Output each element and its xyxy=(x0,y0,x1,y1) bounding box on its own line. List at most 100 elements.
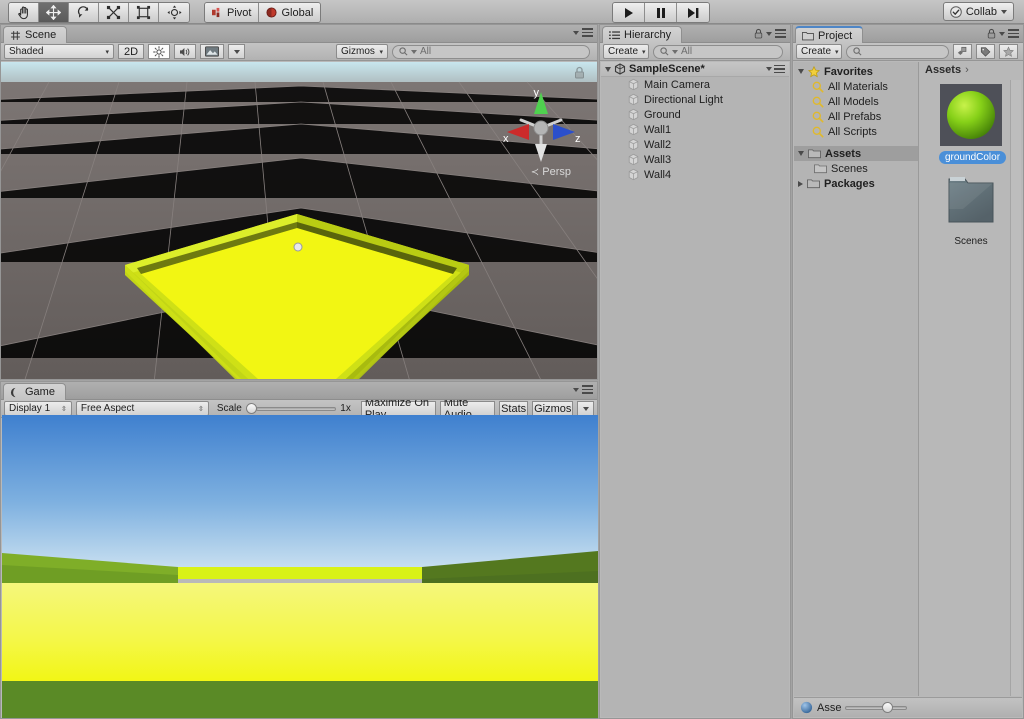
menu-icon xyxy=(582,385,593,394)
project-status-label: Asse xyxy=(817,701,842,714)
pause-button[interactable] xyxy=(645,3,677,22)
favorite-all-materials[interactable]: All Materials xyxy=(794,79,918,94)
scale-tool-button[interactable] xyxy=(99,3,129,22)
icon-size-slider[interactable] xyxy=(845,702,908,714)
lock-icon[interactable] xyxy=(987,28,996,39)
maximize-on-play-button[interactable]: Maximize On Play xyxy=(360,397,436,421)
pivot-toggle-button[interactable]: Pivot xyxy=(205,3,260,22)
game-gizmos-button[interactable]: Gizmos xyxy=(532,401,573,416)
tab-project[interactable]: Project xyxy=(795,26,864,43)
chevron-down-icon[interactable] xyxy=(798,151,804,156)
folder-icon xyxy=(808,149,821,159)
toggle-2d-button[interactable]: 2D xyxy=(118,44,144,59)
global-toggle-button[interactable]: Global xyxy=(259,3,321,22)
hierarchy-item-main-camera[interactable]: Main Camera xyxy=(601,77,789,92)
chevron-down-icon xyxy=(1001,9,1007,14)
scene-tab-menu[interactable] xyxy=(573,28,593,37)
toggle-lighting-button[interactable] xyxy=(148,44,170,59)
step-button[interactable] xyxy=(677,3,709,22)
aspect-dropdown[interactable]: Free Aspect ⇳ xyxy=(75,401,209,416)
hierarchy-tree[interactable]: SampleScene* Main Camera Directional Lig… xyxy=(601,62,789,717)
favorite-all-models[interactable]: All Models xyxy=(794,94,918,109)
display-dropdown[interactable]: Display 1 ⇳ xyxy=(4,401,72,416)
scene-orientation-gizmo[interactable]: y x z xyxy=(499,84,583,168)
hierarchy-item-wall3[interactable]: Wall3 xyxy=(601,152,789,167)
collab-button[interactable]: Collab xyxy=(942,2,1014,21)
aspect-label: Free Aspect xyxy=(80,403,135,414)
chevron-down-icon[interactable] xyxy=(605,66,611,72)
toggle-effects-button[interactable] xyxy=(200,44,224,59)
stats-button[interactable]: Stats xyxy=(498,401,529,416)
hierarchy-create-button[interactable]: Create ▾ xyxy=(603,44,649,59)
draw-mode-dropdown[interactable]: Shaded ▾ xyxy=(4,44,114,59)
search-icon xyxy=(812,111,824,123)
play-button[interactable] xyxy=(613,3,645,22)
hierarchy-item-wall4[interactable]: Wall4 xyxy=(601,167,789,182)
transform-tool-button[interactable] xyxy=(159,3,189,22)
favorites-filter-button[interactable] xyxy=(999,44,1018,59)
icon-size-knob[interactable] xyxy=(882,702,894,713)
hierarchy-toolbar: Create ▾ All xyxy=(600,43,790,61)
scene-viewport[interactable]: y x z ≺ Persp xyxy=(1,62,597,379)
filter-by-label-button[interactable] xyxy=(976,44,995,59)
object-label: Wall4 xyxy=(644,168,672,181)
hierarchy-scene-row[interactable]: SampleScene* xyxy=(601,62,789,77)
scene-row-menu[interactable] xyxy=(766,64,785,74)
scale-slider-knob[interactable] xyxy=(245,403,257,414)
toggle-audio-button[interactable] xyxy=(174,44,196,59)
project-scenes-folder[interactable]: Scenes xyxy=(794,161,918,176)
gameobject-icon xyxy=(628,108,639,121)
hand-tool-button[interactable] xyxy=(9,3,39,22)
hierarchy-search-input[interactable]: All xyxy=(653,44,783,59)
lock-icon[interactable] xyxy=(754,28,763,39)
scale-slider[interactable] xyxy=(245,403,337,415)
favorite-all-prefabs[interactable]: All Prefabs xyxy=(794,109,918,124)
project-tree[interactable]: Favorites All Materials All Models All P… xyxy=(794,62,918,696)
project-assets-folder[interactable]: Assets xyxy=(794,146,918,161)
rotate-tool-button[interactable] xyxy=(69,3,99,22)
tab-game[interactable]: Game xyxy=(3,383,66,400)
rect-tool-button[interactable] xyxy=(129,3,159,22)
chevron-right-icon[interactable] xyxy=(798,180,803,187)
project-search-input[interactable] xyxy=(846,44,949,59)
move-tool-button[interactable] xyxy=(39,3,69,22)
scene-search-placeholder: All xyxy=(420,46,432,57)
project-scrollbar[interactable] xyxy=(1010,80,1021,696)
asset-item-groundcolor[interactable]: groundColor xyxy=(939,84,1007,164)
hierarchy-item-directional-light[interactable]: Directional Light xyxy=(601,92,789,107)
mute-audio-button[interactable]: Mute Audio xyxy=(439,397,495,421)
project-create-button[interactable]: Create ▾ xyxy=(796,44,842,59)
game-tab-menu[interactable] xyxy=(573,385,593,394)
object-label: Wall3 xyxy=(644,153,672,166)
collab-label: Collab xyxy=(965,5,997,18)
folder-icon xyxy=(807,179,820,189)
scene-projection-label[interactable]: ≺ Persp xyxy=(531,166,571,178)
tab-scene[interactable]: Scene xyxy=(3,26,68,43)
breadcrumb[interactable]: Assets › xyxy=(919,62,1022,78)
tab-hierarchy[interactable]: Hierarchy xyxy=(602,26,683,43)
effects-dropdown-button[interactable] xyxy=(228,44,245,59)
scene-gizmos-dropdown[interactable]: Gizmos ▾ xyxy=(336,44,388,59)
favorite-all-scripts[interactable]: All Scripts xyxy=(794,124,918,139)
tab-scene-label: Scene xyxy=(25,29,57,41)
project-favorites-root[interactable]: Favorites xyxy=(794,64,918,79)
asset-sphere-icon xyxy=(800,701,813,714)
scene-search-input[interactable]: All xyxy=(392,44,590,59)
chevron-down-icon: ▾ xyxy=(642,48,646,56)
hierarchy-item-wall1[interactable]: Wall1 xyxy=(601,122,789,137)
game-viewport[interactable] xyxy=(2,415,598,718)
hierarchy-item-wall2[interactable]: Wall2 xyxy=(601,137,789,152)
asset-item-scenes[interactable]: Scenes xyxy=(939,172,1003,248)
hierarchy-tab-menu[interactable] xyxy=(754,28,786,39)
chevron-down-icon[interactable] xyxy=(798,69,804,74)
game-gizmos-dropdown[interactable] xyxy=(577,401,594,416)
hierarchy-item-ground[interactable]: Ground xyxy=(601,107,789,122)
scene-lock-icon[interactable] xyxy=(574,66,585,79)
speaker-icon xyxy=(180,47,190,56)
project-asset-grid[interactable]: Assets › groundColor Scenes xyxy=(918,62,1022,696)
project-packages-folder[interactable]: Packages xyxy=(794,176,918,191)
breadcrumb-assets[interactable]: Assets xyxy=(925,64,961,76)
project-tab-menu[interactable] xyxy=(987,28,1019,39)
filter-by-type-button[interactable] xyxy=(953,44,972,59)
game-icon xyxy=(10,387,16,397)
